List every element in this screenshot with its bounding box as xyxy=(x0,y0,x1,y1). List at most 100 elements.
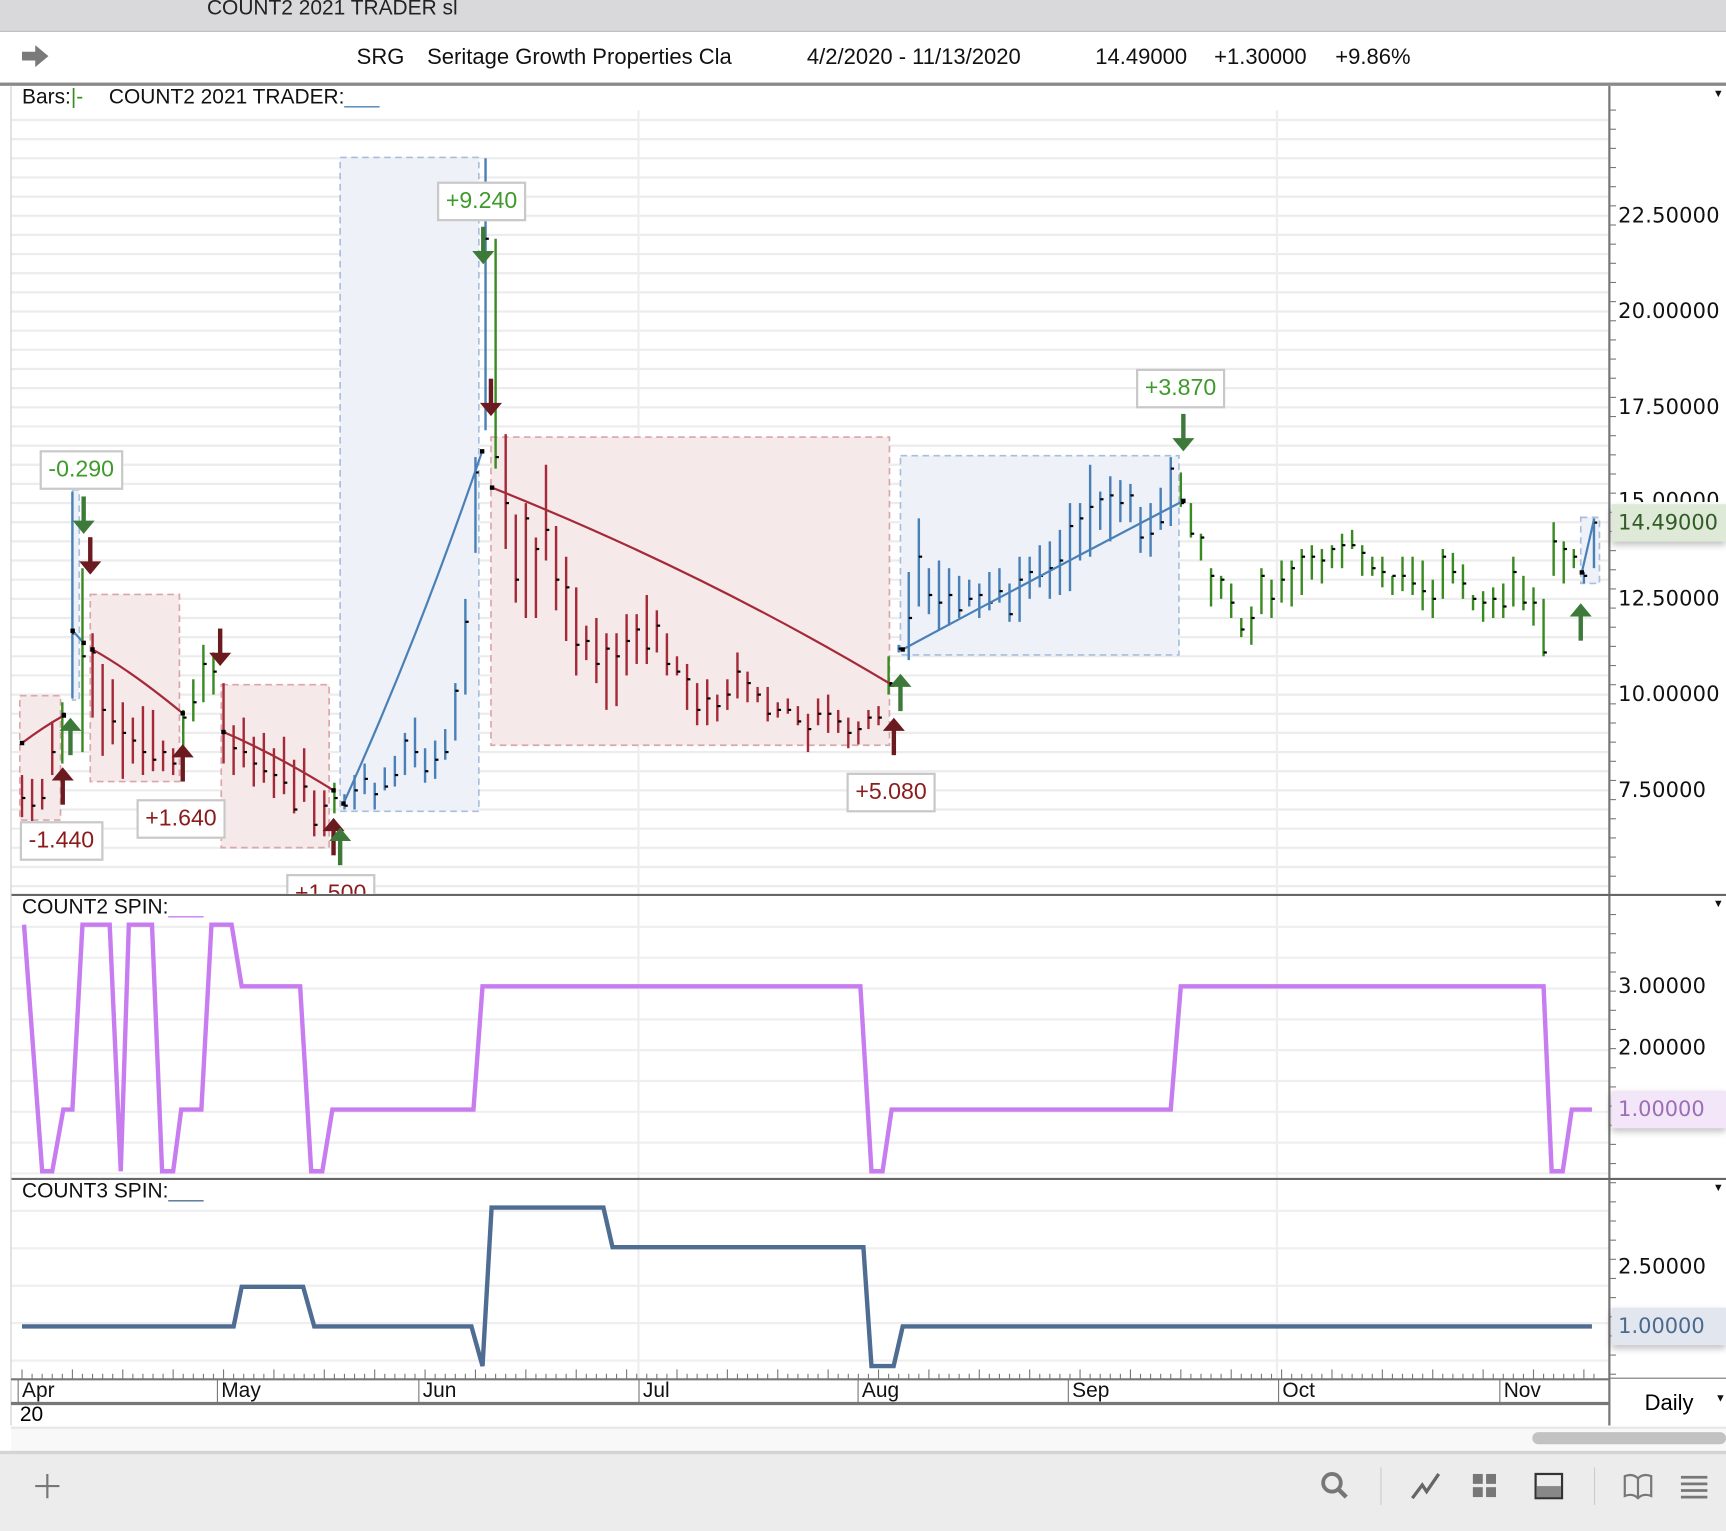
buy-arrow-icon xyxy=(1569,603,1592,641)
count2-axis-label: 3.00000 xyxy=(1618,974,1707,999)
price-bar xyxy=(1300,549,1306,596)
price-bar xyxy=(1562,541,1568,584)
trade-result-label: +9.240 xyxy=(437,181,526,222)
price-bar xyxy=(1532,587,1537,626)
short-zone xyxy=(18,694,62,821)
bars-label: Bars: xyxy=(22,85,71,109)
short-zone xyxy=(220,683,330,849)
trade-result-label: -1.440 xyxy=(19,821,103,861)
bottom-toolbar xyxy=(0,1450,1726,1531)
price-bar xyxy=(1199,533,1205,561)
long-zone xyxy=(339,156,480,813)
price-bar xyxy=(1471,595,1477,611)
short-zone xyxy=(490,436,891,747)
price-axis-label: 22.50000 xyxy=(1618,203,1720,228)
horizontal-scrollbar[interactable] xyxy=(11,1426,1726,1451)
month-label: Nov xyxy=(1499,1379,1541,1404)
panel-layout-icon[interactable] xyxy=(1532,1470,1565,1503)
trade-result-label: -0.290 xyxy=(39,450,123,490)
price-bar xyxy=(1431,579,1437,618)
menu-icon[interactable] xyxy=(1678,1470,1711,1503)
price-bar xyxy=(1209,568,1215,607)
price-axis-label: 7.50000 xyxy=(1618,778,1707,803)
study-swatch: ___ xyxy=(344,85,380,109)
count2-value-marker: 1.00000 xyxy=(1611,1090,1726,1129)
month-label: Sep xyxy=(1067,1379,1109,1404)
sell-arrow-icon xyxy=(479,378,502,417)
toolbar-separator xyxy=(1380,1467,1382,1505)
toolbar-separator xyxy=(1593,1467,1596,1505)
price-bar xyxy=(1240,617,1245,638)
line-chart-icon[interactable] xyxy=(1409,1470,1442,1503)
interval-selector[interactable]: Daily xyxy=(1645,1391,1694,1416)
count2-legend: COUNT2 SPIN:___ xyxy=(22,896,203,920)
book-icon[interactable] xyxy=(1621,1470,1654,1503)
count3-value-marker: 1.00000 xyxy=(1611,1307,1726,1346)
arrow-head xyxy=(479,402,502,417)
price-bar xyxy=(1260,568,1265,615)
year-label: 20 xyxy=(19,1403,44,1427)
trade-result-label: +1.500 xyxy=(286,874,376,894)
grid-layout-icon[interactable] xyxy=(1468,1470,1501,1503)
panel-menu-icon[interactable]: ▼ xyxy=(1713,1182,1724,1194)
clipped-label-wrap: +1.500 xyxy=(284,872,383,894)
price-bar xyxy=(1320,549,1326,584)
price-bar xyxy=(1310,545,1316,580)
price-panel-legend: Bars:|- COUNT2 2021 TRADER:___ xyxy=(22,86,379,110)
month-label: Oct xyxy=(1278,1379,1315,1404)
price-bar xyxy=(81,568,86,753)
price-bar xyxy=(1421,560,1426,611)
count2-swatch: ___ xyxy=(168,896,204,920)
scrollbar-thumb[interactable] xyxy=(1532,1432,1726,1445)
month-label: Jun xyxy=(418,1379,456,1404)
add-icon[interactable] xyxy=(31,1470,64,1503)
search-icon[interactable] xyxy=(1319,1470,1352,1503)
study-label[interactable]: COUNT2 2021 TRADER: xyxy=(109,86,345,109)
count2-spin-line xyxy=(21,922,1592,1174)
chart-canvas[interactable] xyxy=(0,0,1726,1528)
price-bar xyxy=(1411,556,1416,596)
arrow-head xyxy=(1569,603,1592,617)
price-bar xyxy=(1229,583,1235,618)
trade-result-label: +5.080 xyxy=(846,772,936,813)
month-label: May xyxy=(216,1379,261,1404)
price-axis-label: 10.00000 xyxy=(1618,682,1720,707)
price-bar xyxy=(1280,560,1285,603)
month-label: Jul xyxy=(638,1379,670,1404)
price-bar xyxy=(1441,549,1447,599)
price-bar xyxy=(1542,598,1547,657)
buy-arrow-icon xyxy=(889,673,912,712)
price-bar xyxy=(1461,564,1467,599)
count3-label[interactable]: COUNT3 SPIN: xyxy=(22,1180,168,1203)
panel-menu-icon[interactable]: ▼ xyxy=(1713,898,1724,910)
price-axis-label: 20.00000 xyxy=(1618,299,1720,324)
price-bar xyxy=(1219,575,1225,599)
interval-dropdown-icon[interactable]: ▼ xyxy=(1715,1393,1726,1405)
count3-axis-label: 2.50000 xyxy=(1618,1254,1707,1280)
price-bar xyxy=(1491,587,1497,618)
trade-result-label: +3.870 xyxy=(1136,368,1226,409)
trade-result-label: +1.640 xyxy=(136,799,226,839)
price-bar xyxy=(1522,575,1527,611)
price-axis-label: 15.00000 xyxy=(1618,488,1720,502)
price-bar xyxy=(1350,529,1356,550)
price-bar xyxy=(1572,549,1578,569)
count2-label[interactable]: COUNT2 SPIN: xyxy=(22,896,168,919)
price-bar xyxy=(1340,533,1346,569)
price-axis-label: 12.50000 xyxy=(1618,586,1720,611)
count2-axis-label: 2.00000 xyxy=(1618,1035,1707,1061)
price-bar xyxy=(1330,545,1336,569)
panel-menu-icon[interactable]: ▼ xyxy=(1713,88,1724,100)
price-bar xyxy=(192,679,197,722)
price-bar xyxy=(1250,606,1255,645)
last-price-marker: 14.49000 xyxy=(1611,504,1726,542)
price-bar xyxy=(1270,579,1275,618)
chart-window: COUNT2 2021 TRADER sl SRG Seritage Growt… xyxy=(0,0,1726,1531)
count3-swatch: ___ xyxy=(168,1180,204,1204)
bars-style[interactable]: |- xyxy=(71,86,83,109)
price-bar xyxy=(1552,522,1557,576)
price-axis-label: 17.50000 xyxy=(1618,395,1720,420)
count3-legend: COUNT3 SPIN:___ xyxy=(22,1180,203,1204)
price-bar xyxy=(1189,503,1195,538)
price-bar xyxy=(1401,556,1406,592)
